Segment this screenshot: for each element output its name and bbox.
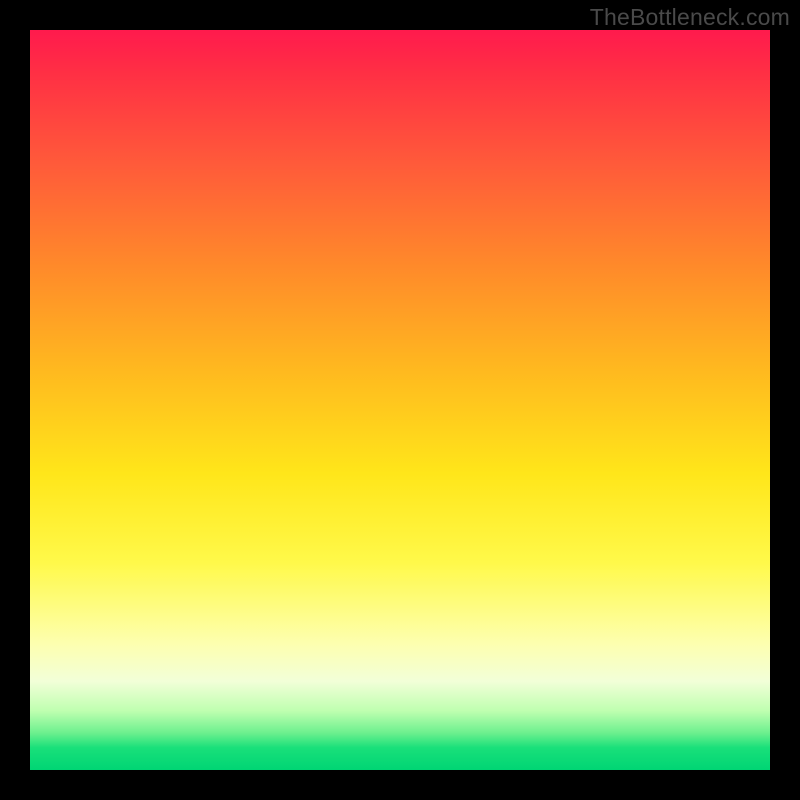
watermark-text: TheBottleneck.com: [590, 4, 790, 31]
outer-frame: TheBottleneck.com: [0, 0, 800, 800]
plot-area: [30, 30, 770, 770]
heat-gradient-bg: [30, 30, 770, 770]
